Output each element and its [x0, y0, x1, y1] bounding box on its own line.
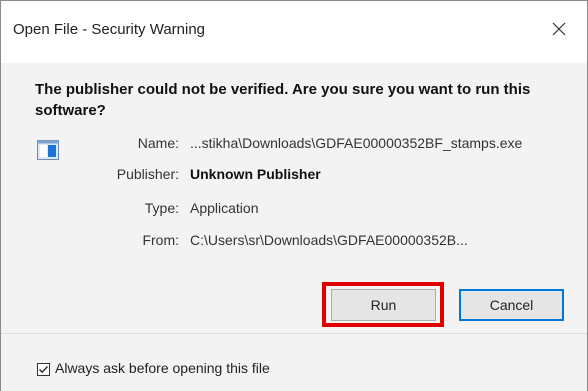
always-ask-label[interactable]: Always ask before opening this file — [55, 360, 270, 376]
always-ask-checkbox[interactable] — [37, 363, 50, 376]
detail-row-type: Type: Application — [1, 200, 587, 220]
type-value: Application — [190, 200, 259, 216]
close-icon — [552, 22, 566, 36]
publisher-value: Unknown Publisher — [190, 166, 321, 182]
detail-row-name: Name: ...stikha\Downloads\GDFAE00000352B… — [1, 135, 587, 155]
dialog-content: The publisher could not be verified. Are… — [1, 63, 587, 333]
from-value: C:\Users\sr\Downloads\GDFAE00000352B... — [190, 232, 468, 248]
publisher-label: Publisher: — [116, 166, 179, 182]
type-label: Type: — [144, 200, 179, 216]
window-title: Open File - Security Warning — [13, 21, 206, 38]
warning-headline: The publisher could not be verified. Are… — [35, 81, 531, 119]
name-value: ...stikha\Downloads\GDFAE00000352BF_stam… — [190, 135, 523, 151]
title-bar: Open File - Security Warning — [1, 1, 587, 63]
name-label: Name: — [137, 135, 179, 151]
detail-row-from: From: C:\Users\sr\Downloads\GDFAE0000035… — [1, 232, 587, 252]
from-label: From: — [142, 232, 179, 248]
run-button[interactable]: Run — [331, 289, 436, 321]
close-button[interactable] — [545, 15, 573, 43]
checkmark-icon — [39, 366, 48, 374]
detail-row-publisher: Publisher: Unknown Publisher — [1, 166, 587, 186]
dialog-footer: Always ask before opening this file — [1, 333, 587, 391]
security-warning-dialog: Open File - Security Warning The publish… — [0, 0, 588, 391]
cancel-button[interactable]: Cancel — [459, 289, 564, 321]
